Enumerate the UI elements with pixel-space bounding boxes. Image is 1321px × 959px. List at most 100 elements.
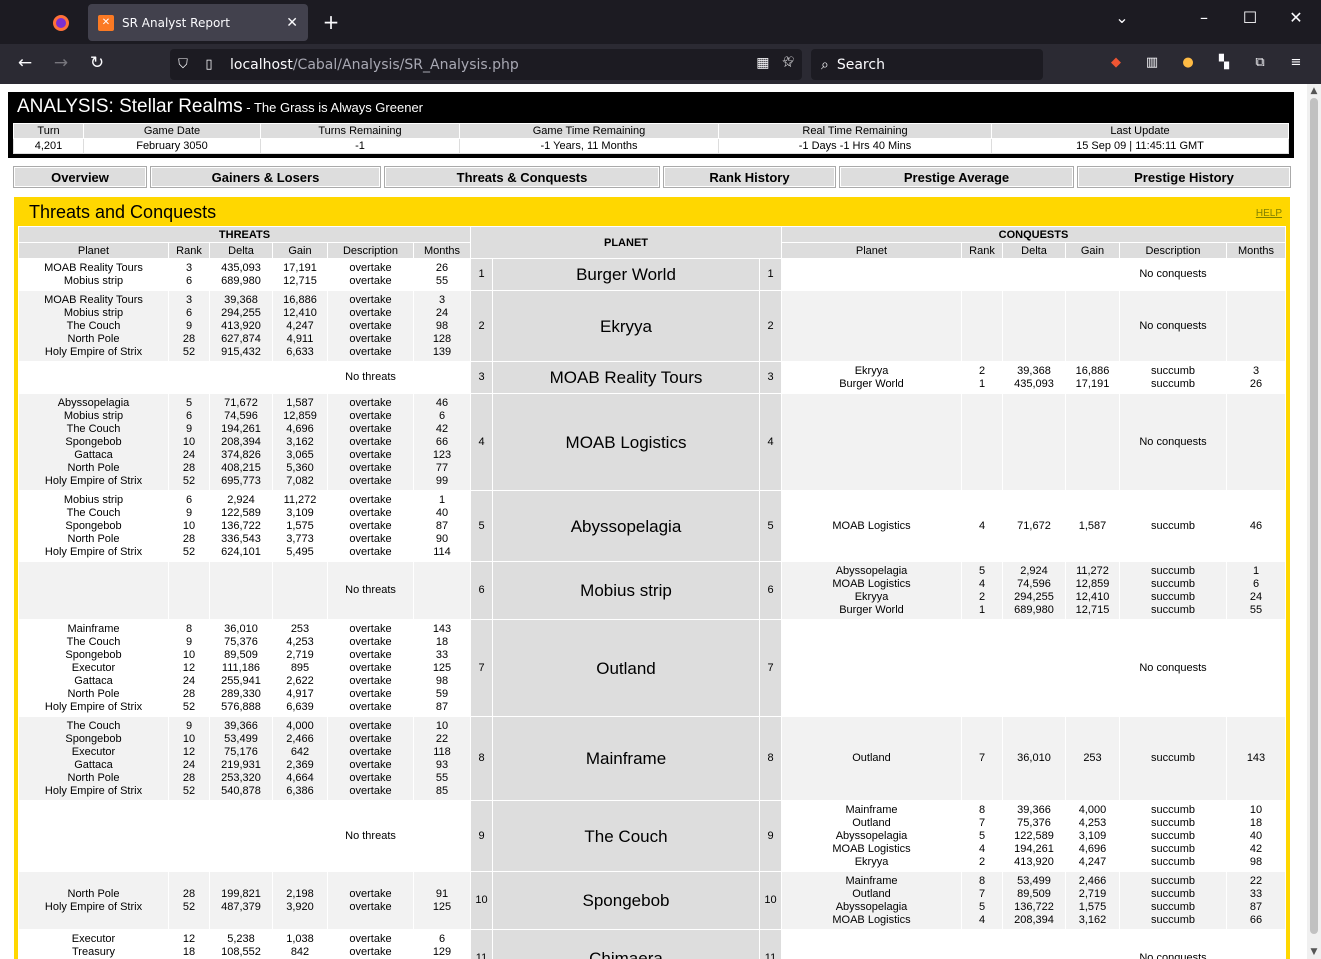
planet-name[interactable]: Mainframe <box>492 716 760 801</box>
planet-name[interactable]: MOAB Logistics <box>492 393 760 491</box>
threats-planet-value[interactable]: Gattaca <box>19 675 168 688</box>
planet-name[interactable]: MOAB Reality Tours <box>492 361 760 394</box>
threats-planet-value[interactable]: Mainframe <box>19 623 168 636</box>
threats-planet-value[interactable]: Holy Empire of Strix <box>19 901 168 914</box>
conquests-planet-value[interactable]: Abyssopelagia <box>782 901 961 914</box>
sidebar-icon[interactable]: ▥ <box>1143 55 1161 73</box>
conquests-planet-value[interactable]: MOAB Logistics <box>782 914 961 927</box>
threats-planet-value[interactable]: North Pole <box>19 462 168 475</box>
new-tab-icon[interactable]: + <box>318 10 344 34</box>
threats-planet-value[interactable]: Spongebob <box>19 520 168 533</box>
scrollbar-thumb[interactable] <box>1310 98 1318 934</box>
planet-name[interactable]: Outland <box>492 619 760 717</box>
threats-planet-value[interactable]: Mobius strip <box>19 275 168 288</box>
pocket-icon[interactable]: ♡ <box>780 55 798 73</box>
threats-planet-value[interactable]: North Pole <box>19 533 168 546</box>
ublock-icon[interactable]: ◆ <box>1107 55 1125 73</box>
threats-planet-value[interactable]: The Couch <box>19 636 168 649</box>
info-game-time: -1 Years, 11 Months <box>459 138 719 154</box>
threats-planet-value[interactable]: The Couch <box>19 423 168 436</box>
threats-planet-value[interactable]: North Pole <box>19 772 168 785</box>
search-box[interactable]: ⌕ Search <box>811 49 1043 80</box>
threats-planet-value[interactable]: Gattaca <box>19 759 168 772</box>
extensions-grid-icon[interactable]: ▚ <box>1215 55 1233 73</box>
threats-planet-value[interactable]: Holy Empire of Strix <box>19 346 168 359</box>
threats-planet-value[interactable]: Mobius strip <box>19 494 168 507</box>
conquests-planet-value[interactable]: Abyssopelagia <box>782 830 961 843</box>
planet-name[interactable]: Spongebob <box>492 871 760 930</box>
nav-threats-conquests-button[interactable]: Threats & Conquests <box>384 166 660 188</box>
threats-planet-value[interactable]: Spongebob <box>19 733 168 746</box>
nav-overview-button[interactable]: Overview <box>13 166 147 188</box>
menu-icon[interactable]: ≡ <box>1287 55 1305 73</box>
conquests-planet-value[interactable]: Mainframe <box>782 875 961 888</box>
conquests-planet-value[interactable]: Burger World <box>782 378 961 391</box>
url-bar[interactable]: ⛉ ▯ localhost/Cabal/Analysis/SR_Analysis… <box>170 49 802 80</box>
threats-planet-value[interactable]: Spongebob <box>19 436 168 449</box>
list-tabs-icon[interactable]: ⌄ <box>1107 8 1137 27</box>
threats-planet-value[interactable]: Executor <box>19 933 168 946</box>
maximize-icon[interactable]: ☐ <box>1235 8 1265 27</box>
extension-face-icon[interactable]: ● <box>1179 55 1197 73</box>
threats-planet-value[interactable]: North Pole <box>19 888 168 901</box>
conquests-planet-value[interactable]: Ekryya <box>782 856 961 869</box>
page-icon[interactable]: ▯ <box>196 57 222 72</box>
planet-name[interactable]: Burger World <box>492 258 760 291</box>
planet-name[interactable]: Ekryya <box>492 290 760 362</box>
threats-planet-value[interactable]: Treasury <box>19 946 168 959</box>
nav-prestige-average-button[interactable]: Prestige Average <box>839 166 1074 188</box>
close-window-icon[interactable]: ✕ <box>1281 8 1311 27</box>
shield-icon[interactable]: ⛉ <box>170 57 196 72</box>
conquests-planet-value[interactable]: MOAB Logistics <box>782 520 961 533</box>
threats-planet-value[interactable]: The Couch <box>19 720 168 733</box>
scroll-up-icon[interactable]: ▲ <box>1307 86 1321 96</box>
threats-planet-value[interactable]: Executor <box>19 746 168 759</box>
conquests-planet-value[interactable]: Ekryya <box>782 591 961 604</box>
planet-name[interactable]: Chimaera <box>492 929 760 959</box>
nav-rank-history-button[interactable]: Rank History <box>663 166 836 188</box>
nav-gainers-losers-button[interactable]: Gainers & Losers <box>150 166 381 188</box>
conquests-planet-value[interactable]: Outland <box>782 888 961 901</box>
planet-name[interactable]: Mobius strip <box>492 561 760 620</box>
threats-planet-value[interactable]: Gattaca <box>19 449 168 462</box>
forward-icon[interactable]: → <box>48 53 74 73</box>
qr-code-icon[interactable]: ▦ <box>756 55 769 71</box>
browser-tab-active[interactable]: ✕ SR Analyst Report ✕ <box>88 4 308 41</box>
planet-name[interactable]: The Couch <box>492 800 760 872</box>
conquests-planet-value[interactable]: Burger World <box>782 604 961 617</box>
firefox-icon[interactable] <box>48 10 74 36</box>
threats-planet-value[interactable]: Spongebob <box>19 649 168 662</box>
threats-planet-value[interactable]: Mobius strip <box>19 410 168 423</box>
threats-planet-value[interactable]: Mobius strip <box>19 307 168 320</box>
threats-planet-value[interactable]: North Pole <box>19 688 168 701</box>
conquests-planet-value[interactable]: Abyssopelagia <box>782 565 961 578</box>
threats-months-value: 18 <box>435 635 449 648</box>
minimize-icon[interactable]: – <box>1189 8 1219 27</box>
threats-planet-value[interactable]: MOAB Reality Tours <box>19 294 168 307</box>
nav-prestige-history-button[interactable]: Prestige History <box>1077 166 1291 188</box>
back-icon[interactable]: ← <box>12 53 38 73</box>
conquests-planet-value[interactable]: Outland <box>782 817 961 830</box>
threats-planet-value[interactable]: Holy Empire of Strix <box>19 475 168 488</box>
threats-planet-value[interactable]: Holy Empire of Strix <box>19 701 168 714</box>
threats-planet-value[interactable]: The Couch <box>19 507 168 520</box>
threats-planet-value[interactable]: MOAB Reality Tours <box>19 262 168 275</box>
conquests-planet-value[interactable]: MOAB Logistics <box>782 578 961 591</box>
help-link[interactable]: HELP <box>1256 208 1282 219</box>
threats-planet-value[interactable]: Holy Empire of Strix <box>19 546 168 559</box>
conquests-planet-value[interactable]: Outland <box>782 752 961 765</box>
close-tab-icon[interactable]: ✕ <box>286 15 298 31</box>
conquests-planet-value[interactable]: Mainframe <box>782 804 961 817</box>
puzzle-icon[interactable]: ⧉ <box>1251 55 1269 73</box>
conquests-planet-value[interactable]: MOAB Logistics <box>782 843 961 856</box>
threats-planet-value[interactable]: The Couch <box>19 320 168 333</box>
conquests-planet-value[interactable]: Ekryya <box>782 365 961 378</box>
planet-name[interactable]: Abyssopelagia <box>492 490 760 562</box>
threats-planet-value[interactable]: Executor <box>19 662 168 675</box>
threats-planet-value[interactable]: Holy Empire of Strix <box>19 785 168 798</box>
threats-planet-value[interactable]: North Pole <box>19 333 168 346</box>
page-scrollbar[interactable]: ▲ ▼ <box>1307 84 1321 959</box>
threats-planet-value[interactable]: Abyssopelagia <box>19 397 168 410</box>
reload-icon[interactable]: ↻ <box>84 53 110 73</box>
scroll-down-icon[interactable]: ▼ <box>1307 947 1321 957</box>
